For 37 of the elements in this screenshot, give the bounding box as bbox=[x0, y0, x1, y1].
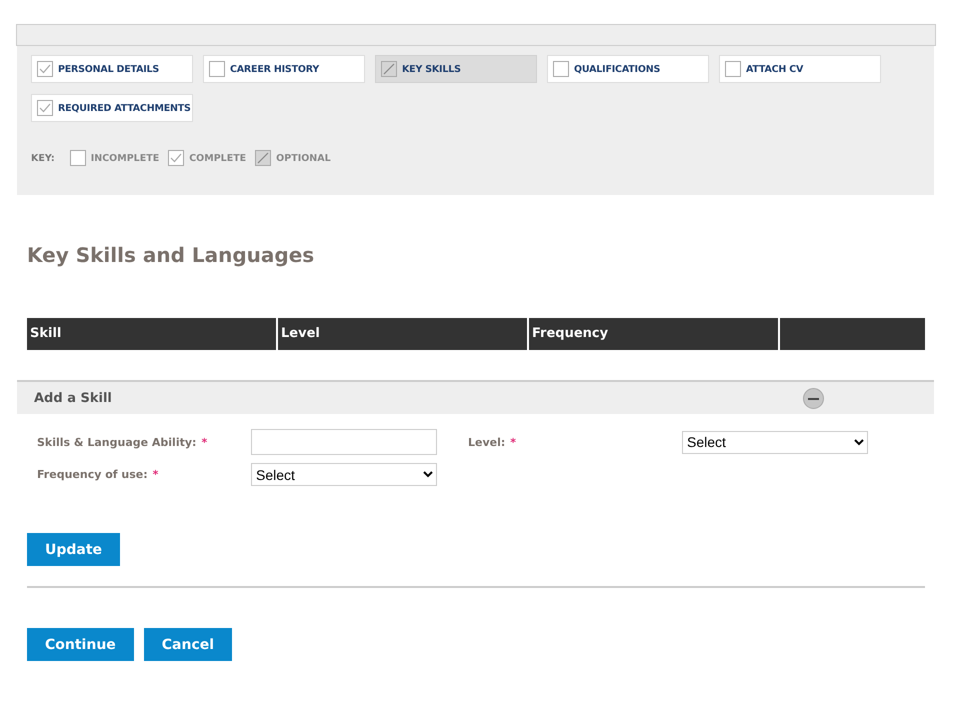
cancel-button[interactable]: Cancel bbox=[144, 628, 232, 661]
checkbox-slash-icon bbox=[255, 150, 272, 166]
key-label: KEY: bbox=[31, 152, 55, 164]
column-header: Skill bbox=[27, 318, 278, 350]
empty-checkbox-icon bbox=[70, 150, 86, 166]
section-title: Add a Skill bbox=[34, 390, 112, 406]
required-mark: * bbox=[201, 436, 208, 448]
step-tab[interactable]: ATTACH CV bbox=[719, 55, 881, 83]
checkbox-tick-icon bbox=[37, 61, 53, 77]
checkbox-tick-icon bbox=[168, 150, 184, 166]
checkbox-slash-icon bbox=[381, 61, 397, 77]
field-label: Level: bbox=[468, 436, 506, 448]
page-heading: Key Skills and Languages bbox=[27, 243, 316, 267]
required-mark: * bbox=[510, 436, 516, 448]
dropdown[interactable]: Select bbox=[682, 430, 868, 454]
step-tab[interactable]: KEY SKILLS bbox=[375, 55, 537, 83]
empty-checkbox-icon bbox=[209, 61, 225, 77]
field-label: Skills & Language Ability: bbox=[37, 436, 196, 448]
step-tab[interactable]: QUALIFICATIONS bbox=[547, 55, 709, 83]
empty-checkbox-icon bbox=[725, 61, 741, 77]
legend-label: COMPLETE bbox=[189, 152, 246, 164]
update-button[interactable]: Update bbox=[27, 533, 120, 566]
legend-label: OPTIONAL bbox=[276, 152, 331, 164]
column-header: Frequency bbox=[529, 318, 780, 350]
collapse-icon[interactable] bbox=[803, 388, 824, 409]
empty-checkbox-icon bbox=[553, 61, 569, 77]
dropdown[interactable]: Select bbox=[251, 463, 437, 486]
continue-button[interactable]: Continue bbox=[27, 628, 134, 661]
field-label: Frequency of use: bbox=[37, 468, 148, 481]
input-field[interactable] bbox=[251, 429, 437, 455]
legend-label: INCOMPLETE bbox=[90, 152, 160, 164]
column-header: Level bbox=[278, 318, 529, 350]
step-tab[interactable]: REQUIRED ATTACHMENTS bbox=[31, 94, 193, 122]
checkbox-tick-icon bbox=[37, 100, 53, 116]
step-tab[interactable]: PERSONAL DETAILS bbox=[31, 55, 193, 83]
step-tab[interactable]: CAREER HISTORY bbox=[203, 55, 365, 83]
required-mark: * bbox=[152, 468, 158, 481]
